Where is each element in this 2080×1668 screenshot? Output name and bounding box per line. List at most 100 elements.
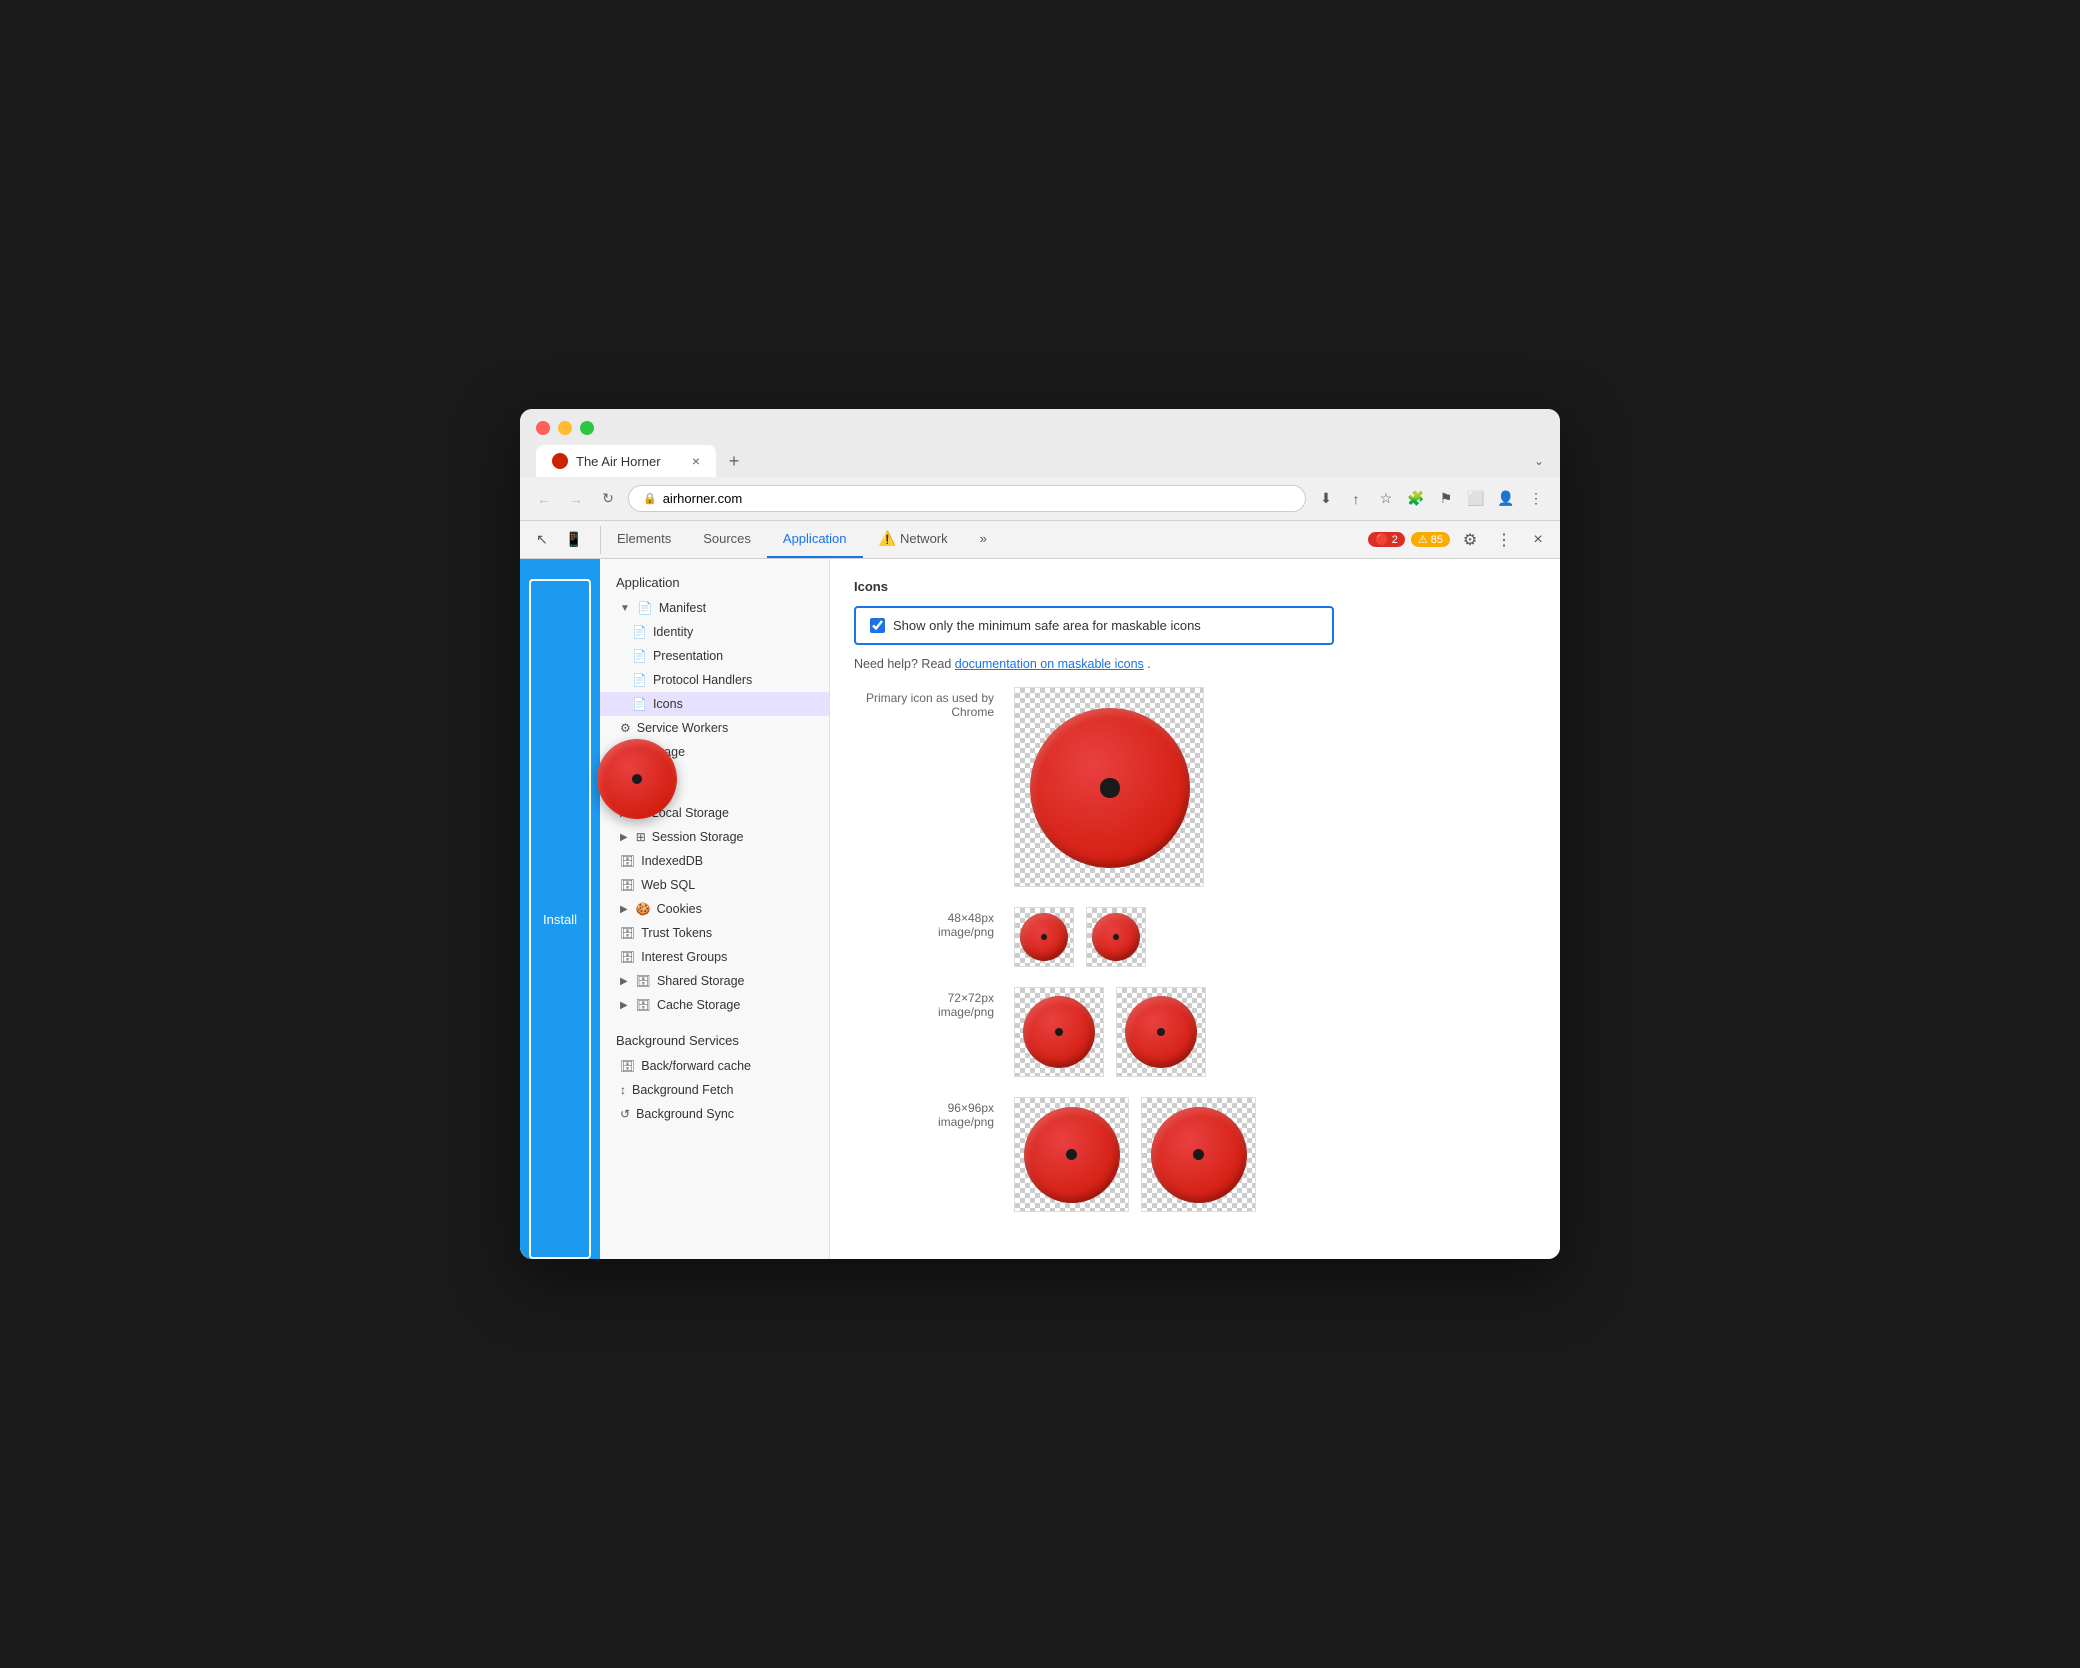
icon-preview-panel: Icons Show only the minimum safe area fo… (830, 559, 1560, 1259)
icon-row-primary: Primary icon as used by Chrome (854, 687, 1536, 887)
identity-label: Identity (653, 625, 693, 639)
flag-icon[interactable]: ⚑ (1434, 487, 1458, 511)
sidebar-item-identity[interactable]: 📄 Identity (600, 620, 829, 644)
bookmark-icon[interactable]: ☆ (1374, 487, 1398, 511)
sidebar-item-web-sql[interactable]: 🗄 Web SQL (600, 873, 829, 897)
devtools-close-icon[interactable]: × (1524, 526, 1552, 554)
sidebar-item-trust-tokens[interactable]: 🗄 Trust Tokens (600, 921, 829, 945)
help-text-row: Need help? Read documentation on maskabl… (854, 657, 1536, 671)
refresh-button[interactable]: ↻ (596, 487, 620, 511)
device-icon[interactable]: 📱 (560, 526, 588, 554)
expand-icon: ▶ (620, 832, 628, 843)
profile-icon[interactable]: 👤 (1494, 487, 1518, 511)
manifest-label: Manifest (659, 601, 706, 615)
sidebar-item-cache-storage[interactable]: ▶ 🗄 Cache Storage (600, 993, 829, 1017)
icon-48-2 (1092, 913, 1140, 961)
download-icon[interactable]: ⬇ (1314, 487, 1338, 511)
inspect-icon[interactable]: ↖ (528, 526, 556, 554)
devtools-tools: ↖ 📱 (528, 526, 601, 554)
title-bar: The Air Horner × + ⌄ (520, 409, 1560, 477)
more-options-icon[interactable]: ⋮ (1490, 526, 1518, 554)
sidebar-item-back-forward-cache[interactable]: 🗄 Back/forward cache (600, 1054, 829, 1078)
warning-badge: ⚠ 85 (1411, 532, 1450, 547)
sidebar-item-manifest[interactable]: ▼ 📄 Manifest (600, 596, 829, 620)
presentation-label: Presentation (653, 649, 723, 663)
sidebar-item-background-fetch[interactable]: ↕ Background Fetch (600, 1078, 829, 1102)
background-sync-label: Background Sync (636, 1107, 734, 1121)
blue-sidebar-app-icon (597, 739, 677, 819)
sidebar-item-interest-groups[interactable]: 🗄 Interest Groups (600, 945, 829, 969)
icon-72-previews (1014, 987, 1206, 1077)
primary-icon-box (1014, 687, 1204, 887)
install-button[interactable]: Install (529, 579, 591, 1259)
tab-more[interactable]: » (964, 521, 1003, 558)
layout-icon[interactable]: ⬜ (1464, 487, 1488, 511)
devtools-right: 🔴 2 ⚠ 85 ⚙ ⋮ × (1368, 526, 1552, 554)
app-sidebar: Application ▼ 📄 Manifest 📄 Identity 📄 Pr… (600, 559, 830, 1259)
sidebar-item-background-sync[interactable]: ↺ Background Sync (600, 1102, 829, 1126)
sidebar-item-shared-storage[interactable]: ▶ 🗄 Shared Storage (600, 969, 829, 993)
devtools-toolbar: ↖ 📱 Elements Sources Application ⚠️ Netw… (520, 521, 1560, 559)
panel-title: Icons (854, 579, 1536, 594)
new-tab-button[interactable]: + (720, 447, 748, 475)
tab-network[interactable]: ⚠️ Network (863, 521, 964, 558)
devtools-tabs: Elements Sources Application ⚠️ Network … (601, 521, 1368, 558)
cache-storage-icon: 🗄 (636, 998, 651, 1012)
settings-icon[interactable]: ⚙ (1456, 526, 1484, 554)
tab-application[interactable]: Application (767, 521, 863, 558)
icon-row-48: 48×48px image/png (854, 907, 1536, 967)
tab-elements[interactable]: Elements (601, 521, 687, 558)
tab-close-button[interactable]: × (692, 453, 700, 469)
sidebar-item-service-workers[interactable]: ⚙ Service Workers (600, 716, 829, 740)
minimize-button[interactable] (558, 421, 572, 435)
expand-icon: ▶ (620, 1000, 628, 1011)
icon-48-1 (1020, 913, 1068, 961)
icons-file-icon: 📄 (632, 697, 647, 711)
share-icon[interactable]: ↑ (1344, 487, 1368, 511)
back-button[interactable]: ← (532, 487, 556, 511)
interest-groups-label: Interest Groups (641, 950, 727, 964)
browser-window: The Air Horner × + ⌄ ← → ↻ 🔒 airhorner.c… (520, 409, 1560, 1259)
identity-file-icon: 📄 (632, 625, 647, 639)
forward-button[interactable]: → (564, 487, 588, 511)
menu-icon[interactable]: ⋮ (1524, 487, 1548, 511)
trust-tokens-icon: 🗄 (620, 926, 635, 940)
sidebar-item-presentation[interactable]: 📄 Presentation (600, 644, 829, 668)
tab-title: The Air Horner (576, 454, 661, 469)
interest-groups-icon: 🗄 (620, 950, 635, 964)
address-input[interactable]: 🔒 airhorner.com (628, 485, 1306, 512)
extensions-icon[interactable]: 🧩 (1404, 487, 1428, 511)
sidebar-item-protocol-handlers[interactable]: 📄 Protocol Handlers (600, 668, 829, 692)
maximize-button[interactable] (580, 421, 594, 435)
back-forward-cache-icon: 🗄 (620, 1059, 635, 1073)
sidebar-item-indexed-db[interactable]: 🗄 IndexedDB (600, 849, 829, 873)
sidebar-item-session-storage[interactable]: ▶ ⊞ Session Storage (600, 825, 829, 849)
tab-bar: The Air Horner × + ⌄ (536, 445, 1544, 477)
sidebar-item-cookies[interactable]: ▶ 🍪 Cookies (600, 897, 829, 921)
blue-sidebar: Install (520, 559, 600, 1259)
icon-96-box-1 (1014, 1097, 1129, 1212)
warning-icon: ⚠️ (879, 530, 896, 547)
main-content: Install Application ▼ 📄 Manifest 📄 Ident… (520, 559, 1560, 1259)
tab-sources[interactable]: Sources (687, 521, 767, 558)
help-link[interactable]: documentation on maskable icons (955, 657, 1144, 671)
protocol-handlers-label: Protocol Handlers (653, 673, 752, 687)
warning-triangle-icon: ⚠ (1418, 533, 1428, 546)
address-bar: ← → ↻ 🔒 airhorner.com ⬇ ↑ ☆ 🧩 ⚑ ⬜ 👤 ⋮ (520, 477, 1560, 521)
active-tab[interactable]: The Air Horner × (536, 445, 716, 477)
icons-label: Icons (653, 697, 683, 711)
tab-list-chevron[interactable]: ⌄ (1534, 454, 1544, 468)
background-fetch-label: Background Fetch (632, 1083, 733, 1097)
cookies-label: Cookies (657, 902, 702, 916)
toolbar-right: ⬇ ↑ ☆ 🧩 ⚑ ⬜ 👤 ⋮ (1314, 487, 1548, 511)
trust-tokens-label: Trust Tokens (641, 926, 712, 940)
icon-72-2 (1125, 996, 1197, 1068)
help-text-prefix: Need help? Read (854, 657, 955, 671)
close-button[interactable] (536, 421, 550, 435)
error-icon: 🔴 (1375, 533, 1389, 546)
service-workers-label: Service Workers (637, 721, 728, 735)
maskable-icons-checkbox[interactable] (870, 618, 885, 633)
shared-storage-icon: 🗄 (636, 974, 651, 988)
sidebar-item-icons[interactable]: 📄 Icons (600, 692, 829, 716)
background-sync-icon: ↺ (620, 1107, 630, 1121)
